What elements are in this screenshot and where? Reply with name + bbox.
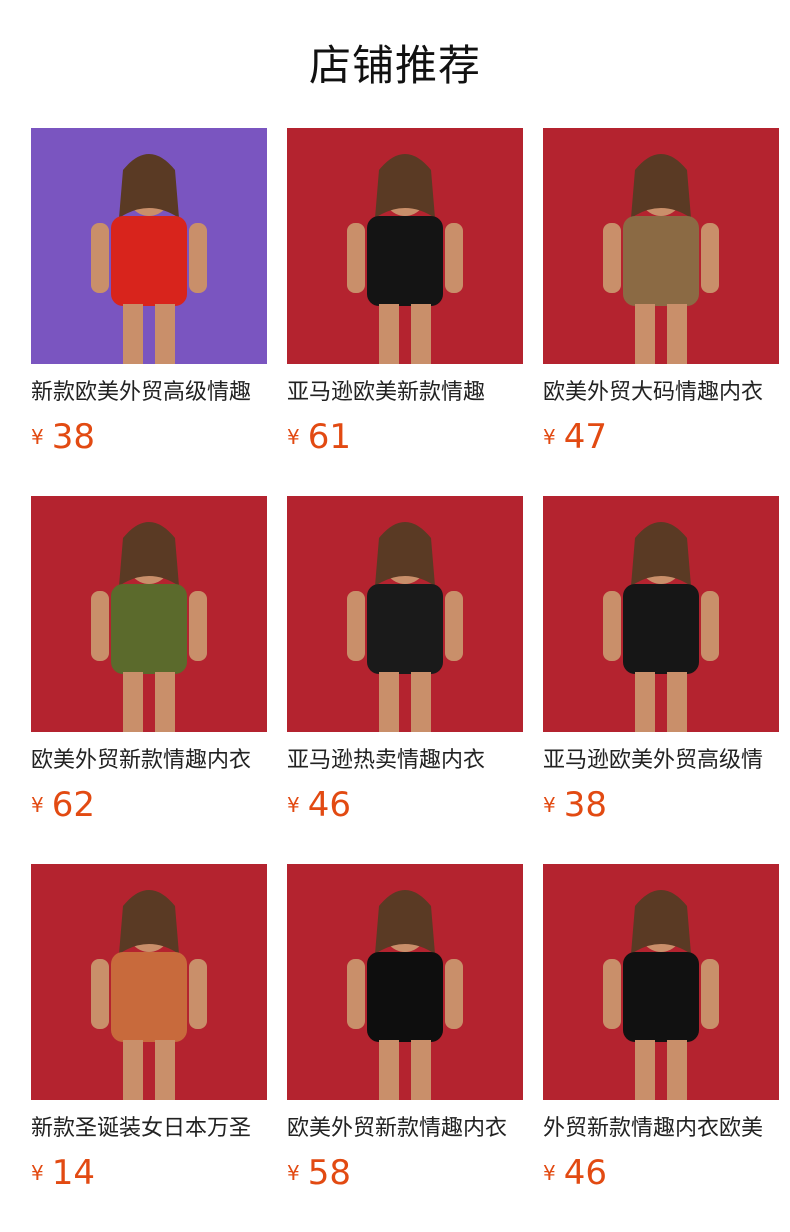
price-value: 14 xyxy=(51,1153,95,1193)
product-image[interactable] xyxy=(287,496,523,732)
product-price: ¥47 xyxy=(543,415,607,459)
price-value: 38 xyxy=(563,785,607,825)
currency-symbol: ¥ xyxy=(31,793,44,817)
product-image[interactable] xyxy=(31,128,267,364)
section-title: 店铺推荐 xyxy=(308,41,481,90)
product-name[interactable]: 欧美外贸新款情趣内衣 xyxy=(31,746,267,776)
product-card[interactable]: 亚马逊欧美新款情趣 ¥61 xyxy=(287,128,523,457)
currency-symbol: ¥ xyxy=(31,425,44,449)
product-photo xyxy=(31,496,267,732)
price-value: 46 xyxy=(307,785,351,825)
product-image[interactable] xyxy=(543,128,779,364)
currency-symbol: ¥ xyxy=(287,1161,300,1185)
product-name[interactable]: 亚马逊欧美新款情趣 xyxy=(287,378,523,408)
currency-symbol: ¥ xyxy=(287,793,300,817)
product-name[interactable]: 新款圣诞装女日本万圣 xyxy=(31,1114,267,1144)
product-card[interactable]: 新款欧美外贸高级情趣 ¥38 xyxy=(31,128,267,457)
product-name[interactable]: 外贸新款情趣内衣欧美 xyxy=(543,1114,779,1144)
product-photo xyxy=(287,496,523,732)
currency-symbol: ¥ xyxy=(31,1161,44,1185)
product-price: ¥61 xyxy=(287,415,351,459)
product-card[interactable]: 新款圣诞装女日本万圣 ¥14 xyxy=(31,864,267,1193)
product-card[interactable]: 亚马逊欧美外贸高级情 ¥38 xyxy=(543,496,779,825)
product-card[interactable]: 欧美外贸新款情趣内衣 ¥58 xyxy=(287,864,523,1193)
product-name[interactable]: 欧美外贸大码情趣内衣 xyxy=(543,378,779,408)
currency-symbol: ¥ xyxy=(543,1161,556,1185)
price-value: 38 xyxy=(51,417,95,457)
currency-symbol: ¥ xyxy=(543,793,556,817)
product-photo xyxy=(287,864,523,1100)
product-image[interactable] xyxy=(287,864,523,1100)
price-value: 47 xyxy=(563,417,607,457)
product-price: ¥38 xyxy=(543,783,607,827)
product-name[interactable]: 亚马逊热卖情趣内衣 xyxy=(287,746,523,776)
product-image[interactable] xyxy=(543,864,779,1100)
price-value: 62 xyxy=(51,785,95,825)
product-card[interactable]: 欧美外贸新款情趣内衣 ¥62 xyxy=(31,496,267,825)
product-photo xyxy=(31,128,267,364)
product-card[interactable]: 外贸新款情趣内衣欧美 ¥46 xyxy=(543,864,779,1193)
currency-symbol: ¥ xyxy=(287,425,300,449)
product-name[interactable]: 新款欧美外贸高级情趣 xyxy=(31,378,267,408)
product-price: ¥58 xyxy=(287,1151,351,1195)
product-image[interactable] xyxy=(287,128,523,364)
product-image[interactable] xyxy=(31,864,267,1100)
product-image[interactable] xyxy=(543,496,779,732)
price-value: 61 xyxy=(307,417,351,457)
product-price: ¥14 xyxy=(31,1151,95,1195)
price-value: 46 xyxy=(563,1153,607,1193)
product-grid: 新款欧美外贸高级情趣 ¥38 亚马逊欧美新款情趣 ¥61 欧美外贸大码情趣内衣 … xyxy=(31,128,779,1193)
product-photo xyxy=(543,864,779,1100)
product-price: ¥38 xyxy=(31,415,95,459)
product-photo xyxy=(31,864,267,1100)
product-price: ¥62 xyxy=(31,783,95,827)
product-image[interactable] xyxy=(31,496,267,732)
product-photo xyxy=(543,128,779,364)
product-name[interactable]: 欧美外贸新款情趣内衣 xyxy=(287,1114,523,1144)
product-price: ¥46 xyxy=(287,783,351,827)
product-name[interactable]: 亚马逊欧美外贸高级情 xyxy=(543,746,779,776)
currency-symbol: ¥ xyxy=(543,425,556,449)
product-photo xyxy=(543,496,779,732)
product-price: ¥46 xyxy=(543,1151,607,1195)
price-value: 58 xyxy=(307,1153,351,1193)
product-photo xyxy=(287,128,523,364)
product-card[interactable]: 欧美外贸大码情趣内衣 ¥47 xyxy=(543,128,779,457)
product-card[interactable]: 亚马逊热卖情趣内衣 ¥46 xyxy=(287,496,523,825)
